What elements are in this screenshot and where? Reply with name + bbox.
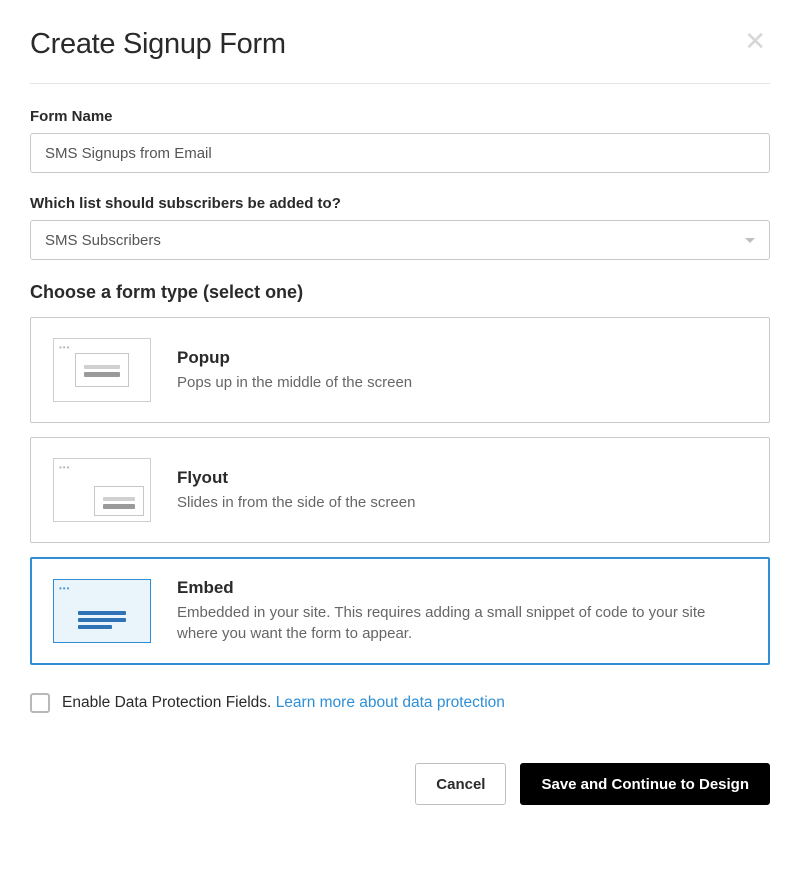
form-name-group: Form Name: [30, 108, 770, 173]
flyout-thumb-icon: •••: [53, 458, 151, 522]
modal-title: Create Signup Form: [30, 28, 286, 61]
form-type-title: Embed: [177, 578, 747, 598]
form-type-title: Popup: [177, 348, 747, 368]
save-continue-button[interactable]: Save and Continue to Design: [520, 763, 770, 805]
form-type-popup[interactable]: ••• Popup Pops up in the middle of the s…: [30, 317, 770, 423]
data-protection-row: Enable Data Protection Fields. Learn mor…: [30, 693, 770, 713]
form-type-embed[interactable]: ••• Embed Embedded in your site. This re…: [30, 557, 770, 665]
list-select-group: Which list should subscribers be added t…: [30, 195, 770, 260]
list-select-label: Which list should subscribers be added t…: [30, 195, 770, 212]
modal-footer: Cancel Save and Continue to Design: [30, 763, 770, 805]
data-protection-learn-more-link[interactable]: Learn more about data protection: [276, 694, 505, 711]
list-select-input[interactable]: SMS Subscribers: [30, 220, 770, 260]
form-name-label: Form Name: [30, 108, 770, 125]
list-select-value: SMS Subscribers: [45, 232, 161, 249]
form-type-heading: Choose a form type (select one): [30, 282, 770, 303]
form-type-title: Flyout: [177, 468, 747, 488]
form-name-input[interactable]: [30, 133, 770, 173]
data-protection-text: Enable Data Protection Fields. Learn mor…: [62, 694, 505, 712]
close-icon[interactable]: ✕: [740, 28, 770, 54]
form-type-desc: Embedded in your site. This requires add…: [177, 602, 747, 644]
modal-header: Create Signup Form ✕: [30, 28, 770, 84]
data-protection-checkbox[interactable]: [30, 693, 50, 713]
form-type-desc: Pops up in the middle of the screen: [177, 372, 747, 393]
cancel-button[interactable]: Cancel: [415, 763, 506, 805]
embed-thumb-icon: •••: [53, 579, 151, 643]
form-type-flyout[interactable]: ••• Flyout Slides in from the side of th…: [30, 437, 770, 543]
data-protection-label: Enable Data Protection Fields.: [62, 694, 271, 711]
form-type-desc: Slides in from the side of the screen: [177, 492, 747, 513]
create-signup-form-modal: Create Signup Form ✕ Form Name Which lis…: [0, 0, 800, 835]
popup-thumb-icon: •••: [53, 338, 151, 402]
chevron-down-icon: [745, 238, 755, 243]
